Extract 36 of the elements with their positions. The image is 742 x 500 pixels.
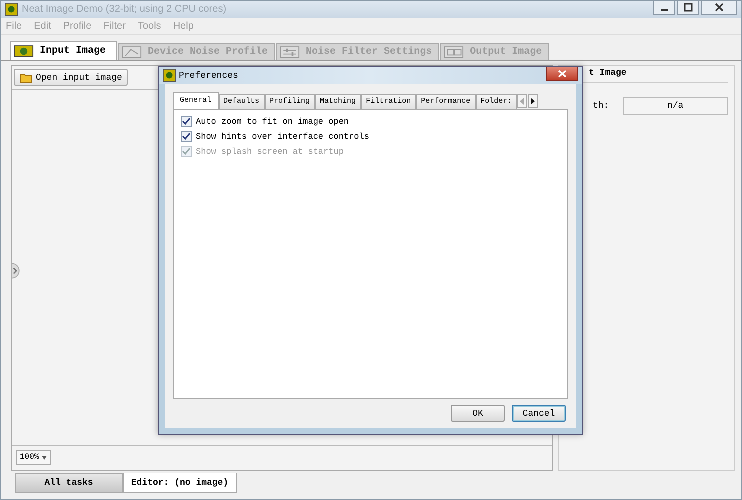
folder-icon (20, 72, 32, 82)
close-icon (558, 70, 566, 78)
window-title: Neat Image Demo (32-bit; using 2 CPU cores) (22, 4, 227, 15)
value-field: n/a (623, 97, 728, 115)
bottom-tab[interactable]: All tasks (15, 473, 123, 493)
chart-icon (122, 46, 142, 58)
dialog-title: Preferences (179, 70, 238, 80)
app-icon (5, 3, 18, 16)
checkbox[interactable] (181, 131, 192, 142)
close-button[interactable] (546, 67, 578, 81)
field-label: th: (593, 101, 610, 111)
expand-arrow-icon[interactable] (12, 263, 23, 279)
sliders-icon (280, 46, 300, 58)
minimize-button[interactable] (653, 1, 675, 15)
close-button[interactable] (701, 1, 737, 15)
app-icon (163, 69, 176, 82)
main-tab[interactable]: Input Image (10, 41, 118, 60)
left-arrow-icon (520, 98, 524, 104)
open-image-button[interactable]: Open input image (14, 69, 128, 86)
ok-button[interactable]: OK (451, 405, 505, 422)
maximize-icon (684, 3, 692, 12)
option-label: Show splash screen at startup (196, 146, 344, 156)
caret-icon (42, 456, 48, 460)
frames-icon (444, 46, 464, 58)
zoom-dropdown[interactable]: 100% (16, 450, 52, 465)
right-arrow-icon (531, 98, 536, 104)
image-icon (14, 44, 34, 58)
bottom-tab[interactable]: Editor: (no image) (123, 473, 237, 493)
cancel-button[interactable]: Cancel (512, 405, 566, 422)
scroll-right-button[interactable] (528, 94, 538, 108)
checkbox[interactable] (181, 116, 192, 127)
option-label: Show hints over interface controls (196, 132, 370, 142)
option-label: Auto zoom to fit on image open (196, 116, 350, 126)
close-icon (714, 3, 724, 12)
panel-heading: t Image (588, 68, 627, 78)
maximize-button[interactable] (677, 1, 699, 15)
